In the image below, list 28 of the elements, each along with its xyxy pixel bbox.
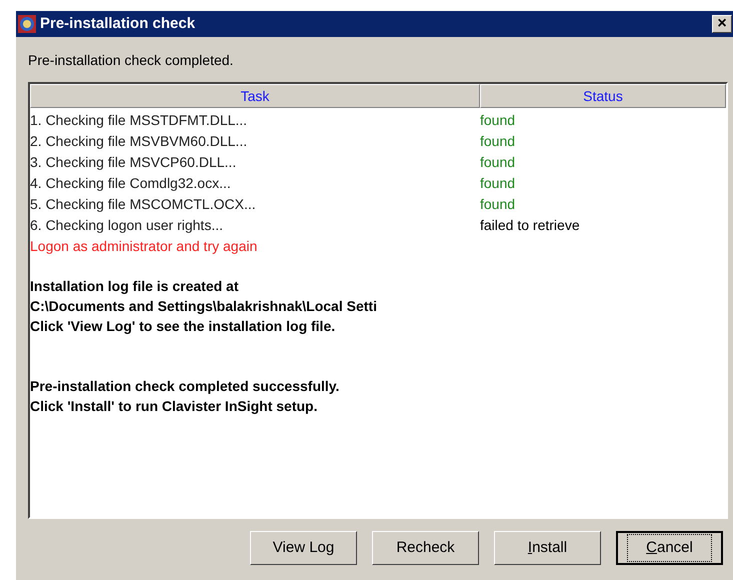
dialog-button[interactable]: View Log — [250, 531, 357, 565]
app-icon — [18, 15, 36, 33]
log-line: Installation log file is created at — [30, 277, 240, 296]
status-cell-text: found — [480, 132, 516, 151]
task-cell-text: 4. Checking file Comdlg32.ocx... — [30, 174, 232, 193]
dialog-button[interactable]: Install — [494, 531, 601, 565]
status-cell-text: found — [480, 111, 516, 130]
status-cell-text: found — [480, 195, 516, 214]
dialog-button[interactable]: Cancel — [616, 531, 723, 565]
task-cell-text: 3. Checking file MSVCP60.DLL... — [30, 153, 238, 172]
log-line: Click 'View Log' to see the installation log file. — [30, 317, 336, 336]
close-button[interactable]: × — [712, 15, 732, 33]
log-line: Click 'Install' to run Clavister InSight setup. — [30, 397, 318, 416]
column-header[interactable]: Status — [480, 84, 726, 108]
status-cell-text: found — [480, 174, 516, 193]
window-title: Pre-installation check — [40, 14, 196, 34]
error-message: Logon as administrator and try again — [30, 237, 258, 256]
dialog-button[interactable]: Recheck — [372, 531, 479, 565]
status-cell-text: found — [480, 153, 516, 172]
log-line: C:\Documents and Settings\balakrishnak\Local Setti — [30, 297, 378, 316]
task-cell-text: 2. Checking file MSVBVM60.DLL... — [30, 132, 248, 151]
task-cell-text: 1. Checking file MSSTDFMT.DLL... — [30, 111, 248, 130]
task-cell-text: 5. Checking file MSCOMCTL.OCX... — [30, 195, 257, 214]
task-cell-text: 6. Checking logon user rights... — [30, 216, 224, 235]
summary-text: Pre-installation check completed. — [28, 51, 234, 69]
status-cell-text: failed to retrieve — [480, 216, 580, 235]
log-line: Pre-installation check completed successfully. — [30, 377, 340, 396]
column-header[interactable]: Task — [30, 84, 480, 108]
